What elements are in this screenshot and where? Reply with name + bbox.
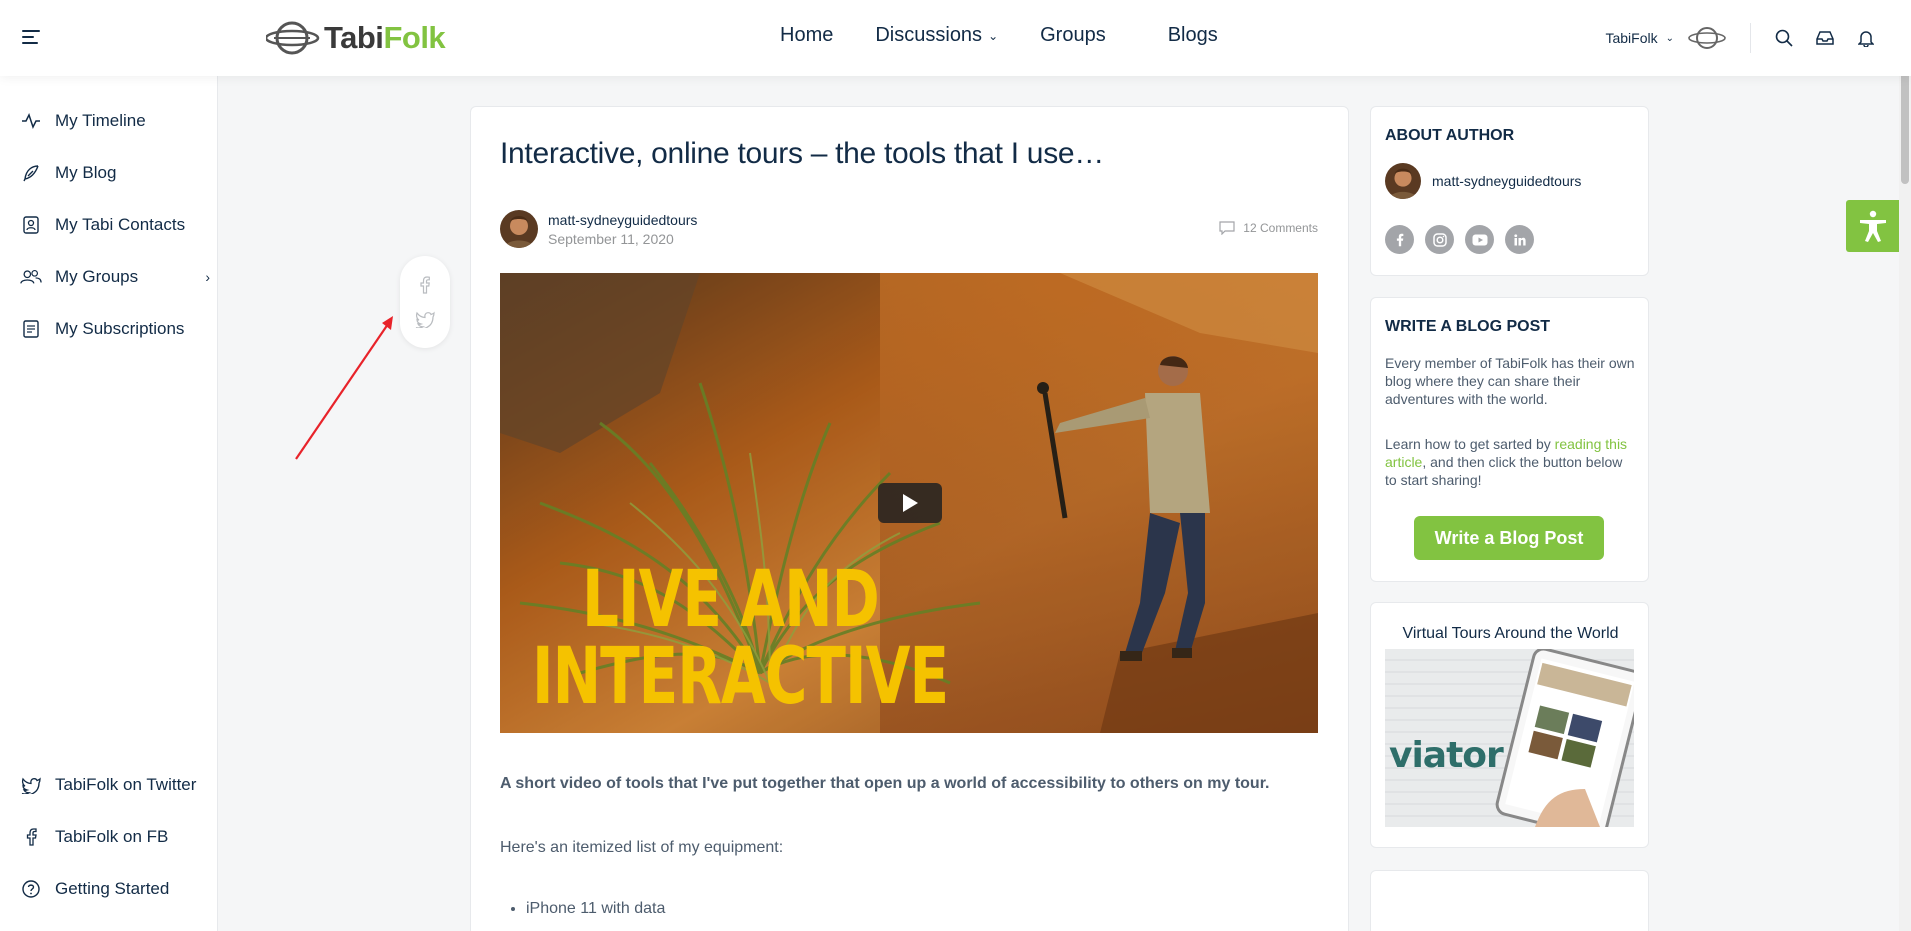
menu-toggle-icon[interactable] xyxy=(22,30,40,44)
nav-blogs[interactable]: Blogs xyxy=(1168,24,1218,47)
user-name[interactable]: TabiFolk xyxy=(1605,30,1657,46)
contacts-icon xyxy=(20,214,42,236)
facebook-icon xyxy=(20,826,42,848)
comments-link[interactable]: 12 Comments xyxy=(1219,221,1318,235)
sidebar-item-subscriptions[interactable]: My Subscriptions xyxy=(20,318,210,340)
help-icon xyxy=(20,878,42,900)
author-social-links xyxy=(1385,225,1545,254)
empty-widget xyxy=(1370,870,1649,931)
post-meta: matt-sydneyguidedtours September 11, 202… xyxy=(500,210,697,248)
sidebar-item-timeline[interactable]: My Timeline xyxy=(20,110,210,132)
accessibility-icon xyxy=(1859,210,1886,242)
list-item: iPhone 11 with data xyxy=(526,900,665,918)
nav-home[interactable]: Home xyxy=(780,24,833,47)
main-nav: Home Discussions ⌄ Groups Blogs xyxy=(780,24,1260,47)
widget-title: WRITE A BLOG POST xyxy=(1385,318,1551,335)
bell-icon[interactable] xyxy=(1855,27,1877,49)
post-paragraph: Here's an itemized list of my equipment: xyxy=(500,839,784,856)
author-avatar xyxy=(1385,163,1421,199)
page-scrollbar[interactable] xyxy=(1899,0,1911,931)
search-icon[interactable] xyxy=(1773,27,1795,49)
equipment-list: iPhone 11 with data xyxy=(526,900,665,928)
header-divider xyxy=(1750,23,1751,53)
tabifolk-logo[interactable]: TabiFolk xyxy=(266,18,446,58)
write-blog-widget: WRITE A BLOG POST Every member of TabiFo… xyxy=(1370,297,1649,582)
top-header: TabiFolk Home Discussions ⌄ Groups Blogs … xyxy=(0,0,1911,76)
ad-widget: Virtual Tours Around the World viator xyxy=(1370,602,1649,848)
subscriptions-icon xyxy=(20,318,42,340)
inbox-icon[interactable] xyxy=(1814,27,1836,49)
post-date: September 11, 2020 xyxy=(548,230,674,247)
video-player[interactable]: LIVE AND INTERACTIVE xyxy=(500,273,1318,733)
instagram-icon[interactable] xyxy=(1425,225,1454,254)
widget-text: Learn how to get sarted by reading this … xyxy=(1385,436,1628,488)
twitter-icon xyxy=(20,774,42,796)
about-author-widget: ABOUT AUTHOR matt-sydneyguidedtours xyxy=(1370,106,1649,276)
chevron-right-icon[interactable]: › xyxy=(205,269,210,285)
play-button[interactable] xyxy=(878,483,942,523)
widget-text: Every member of TabiFolk has their own b… xyxy=(1385,355,1635,407)
sidebar-item-facebook[interactable]: TabiFolk on FB xyxy=(20,826,210,848)
write-blog-post-button[interactable]: Write a Blog Post xyxy=(1414,516,1604,560)
sidebar-item-contacts[interactable]: My Tabi Contacts xyxy=(20,214,210,236)
share-buttons xyxy=(400,256,450,348)
share-twitter-icon[interactable] xyxy=(414,308,436,330)
left-sidebar: My Timeline My Blog My Tabi Contacts My … xyxy=(0,76,218,931)
sidebar-item-getting-started[interactable]: Getting Started xyxy=(20,878,210,900)
viator-logo: viator xyxy=(1389,735,1504,776)
ad-title: Virtual Tours Around the World xyxy=(1402,625,1619,642)
nav-groups[interactable]: Groups xyxy=(1040,24,1106,47)
activity-icon xyxy=(20,110,42,132)
author-name[interactable]: matt-sydneyguidedtours xyxy=(548,212,697,228)
play-icon xyxy=(903,494,918,512)
facebook-icon[interactable] xyxy=(1385,225,1414,254)
feather-icon xyxy=(20,162,42,184)
sidebar-item-groups[interactable]: My Groups › xyxy=(20,266,210,288)
post-title: Interactive, online tours – the tools th… xyxy=(500,137,1104,170)
youtube-icon[interactable] xyxy=(1465,225,1494,254)
video-overlay-text: LIVE AND INTERACTIVE xyxy=(532,552,949,722)
header-user-area: TabiFolk ⌄ xyxy=(1605,0,1911,76)
share-facebook-icon[interactable] xyxy=(414,274,436,296)
logo-globe-icon xyxy=(266,21,320,55)
accessibility-button[interactable] xyxy=(1846,200,1899,252)
nav-discussions[interactable]: Discussions ⌄ xyxy=(875,24,998,47)
ad-image[interactable]: viator xyxy=(1385,649,1634,827)
author-avatar[interactable] xyxy=(500,210,538,248)
sidebar-item-blog[interactable]: My Blog xyxy=(20,162,210,184)
chevron-down-icon: ⌄ xyxy=(988,28,999,43)
sidebar-item-twitter[interactable]: TabiFolk on Twitter xyxy=(20,774,210,796)
user-avatar[interactable] xyxy=(1688,25,1726,51)
post-lead: A short video of tools that I've put tog… xyxy=(500,775,1270,792)
groups-icon xyxy=(20,266,42,288)
annotation-arrow xyxy=(295,316,393,460)
comment-icon xyxy=(1219,221,1235,235)
chevron-down-icon[interactable]: ⌄ xyxy=(1666,33,1674,44)
widget-title: ABOUT AUTHOR xyxy=(1385,127,1515,144)
widget-author[interactable]: matt-sydneyguidedtours xyxy=(1385,163,1581,199)
blog-post-card: Interactive, online tours – the tools th… xyxy=(470,106,1349,931)
linkedin-icon[interactable] xyxy=(1505,225,1534,254)
